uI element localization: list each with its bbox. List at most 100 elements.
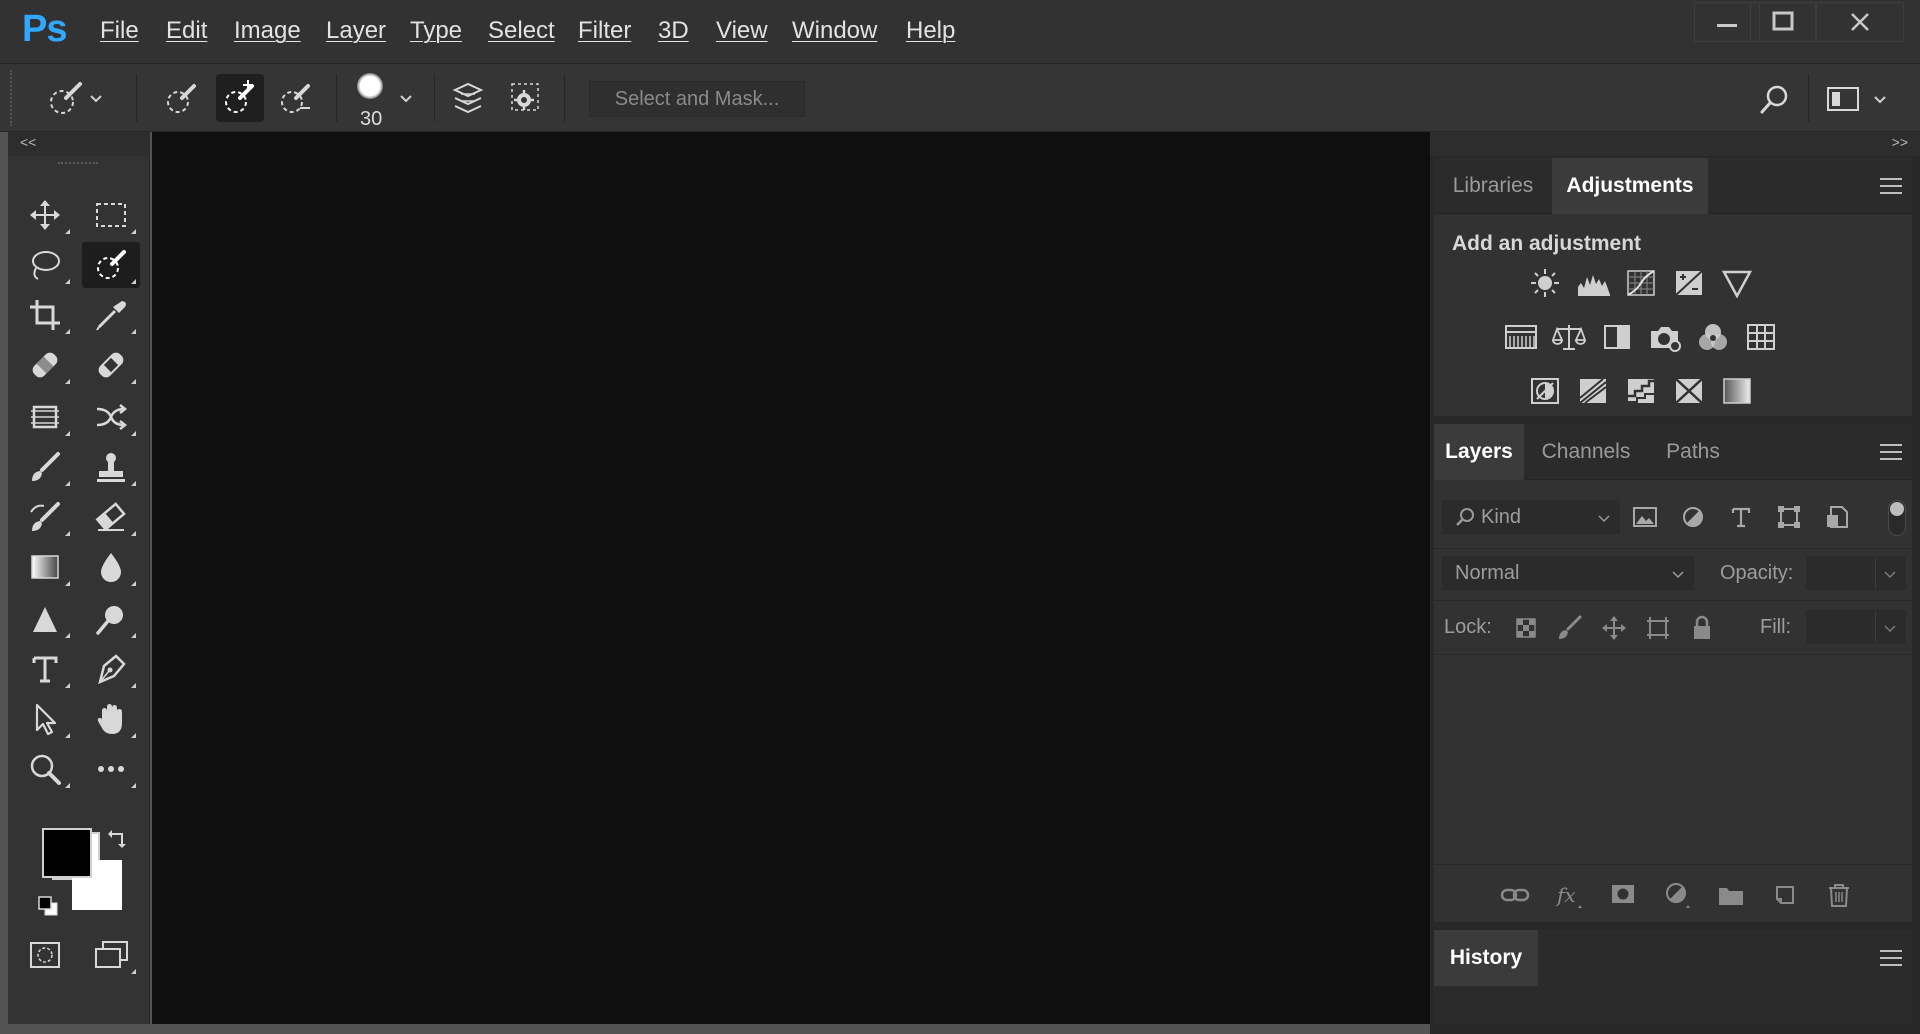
new-adjustment-layer-button[interactable] [1660, 878, 1694, 912]
tools-grip[interactable] [58, 162, 98, 166]
tab-paths[interactable]: Paths [1648, 424, 1738, 480]
threshold-button[interactable] [1624, 374, 1658, 408]
opacity-field[interactable] [1806, 556, 1906, 590]
menu-type[interactable]: Type [410, 17, 462, 45]
clone-stamp-tool[interactable] [82, 444, 140, 490]
pen-tool[interactable] [82, 646, 140, 692]
blur-tool[interactable] [82, 544, 140, 590]
menu-layer[interactable]: Layer [326, 17, 386, 45]
brightness-contrast-button[interactable] [1528, 266, 1562, 300]
filter-pixel-layers-button[interactable] [1630, 502, 1660, 532]
hue-saturation-button[interactable] [1504, 320, 1538, 354]
close-button[interactable] [1816, 2, 1904, 42]
menu-edit[interactable]: Edit [166, 17, 207, 45]
layers-list[interactable] [1434, 655, 1912, 865]
eyedropper-tool[interactable] [82, 292, 140, 338]
filter-type-layers-button[interactable] [1726, 502, 1756, 532]
object-selection-tool[interactable] [16, 394, 74, 440]
new-layer-button[interactable] [1768, 878, 1802, 912]
kind-filter-dropdown[interactable]: Kind [1442, 500, 1620, 534]
sample-all-layers-button[interactable] [448, 78, 488, 118]
eraser-tool[interactable] [82, 494, 140, 540]
move-tool[interactable] [16, 192, 74, 238]
brush-tool[interactable] [16, 444, 74, 490]
levels-button[interactable] [1576, 266, 1610, 300]
dodge-tool[interactable] [82, 596, 140, 642]
menu-view[interactable]: View [716, 17, 768, 45]
delete-layer-button[interactable] [1822, 878, 1856, 912]
path-selection-tool[interactable] [16, 696, 74, 742]
menu-window[interactable]: Window [792, 17, 877, 45]
document-canvas[interactable] [152, 132, 1430, 1024]
filter-smart-objects-button[interactable] [1822, 502, 1852, 532]
curves-button[interactable] [1624, 266, 1658, 300]
edit-toolbar-button[interactable] [82, 746, 140, 792]
collapse-tools-button[interactable]: << [20, 134, 36, 150]
tab-history[interactable]: History [1434, 930, 1538, 986]
workspace-switcher[interactable] [1826, 80, 1906, 118]
sharpen-tool[interactable] [16, 596, 74, 642]
menu-filter[interactable]: Filter [578, 17, 631, 45]
tab-channels[interactable]: Channels [1524, 424, 1648, 480]
brush-picker[interactable]: 30 [352, 70, 416, 130]
new-group-button[interactable] [1714, 878, 1748, 912]
filter-shape-layers-button[interactable] [1774, 502, 1804, 532]
lock-position-button[interactable] [1600, 614, 1628, 642]
history-brush-tool[interactable] [16, 494, 74, 540]
panel-menu-icon[interactable] [1880, 444, 1902, 460]
marquee-tool[interactable] [82, 192, 140, 238]
tab-adjustments[interactable]: Adjustments [1552, 158, 1708, 214]
hand-tool[interactable] [82, 696, 140, 742]
collapse-dock-button[interactable]: >> [1892, 134, 1908, 150]
black-white-button[interactable] [1600, 320, 1634, 354]
auto-enhance-button[interactable] [506, 78, 546, 118]
search-button[interactable] [1756, 80, 1794, 118]
gradient-map-button[interactable] [1720, 374, 1754, 408]
crop-tool[interactable] [16, 292, 74, 338]
selective-color-button[interactable] [1672, 374, 1706, 408]
tool-preset-picker[interactable] [44, 78, 116, 118]
quick-mask-button[interactable] [16, 932, 74, 978]
tab-layers[interactable]: Layers [1434, 424, 1524, 480]
options-grip[interactable] [10, 70, 14, 126]
lock-transparent-button[interactable] [1512, 614, 1540, 642]
screen-mode-button[interactable] [82, 932, 140, 978]
type-tool[interactable] [16, 646, 74, 692]
quick-selection-tool[interactable] [82, 242, 140, 288]
vibrance-button[interactable] [1720, 266, 1754, 300]
healing-brush-tool[interactable] [82, 342, 140, 388]
lasso-tool[interactable] [16, 242, 74, 288]
exposure-button[interactable] [1672, 266, 1706, 300]
panel-menu-icon[interactable] [1880, 178, 1902, 194]
tab-libraries[interactable]: Libraries [1434, 158, 1552, 214]
link-layers-button[interactable] [1498, 878, 1532, 912]
photo-filter-button[interactable] [1648, 320, 1682, 354]
spot-healing-tool[interactable] [16, 342, 74, 388]
menu-image[interactable]: Image [234, 17, 301, 45]
content-aware-move-tool[interactable] [82, 394, 140, 440]
lock-pixels-button[interactable] [1556, 614, 1584, 642]
foreground-color-swatch[interactable] [42, 828, 92, 878]
posterize-button[interactable] [1576, 374, 1610, 408]
subtract-from-selection-button[interactable] [274, 76, 318, 120]
swap-colors-button[interactable] [106, 826, 130, 850]
new-selection-button[interactable] [160, 76, 204, 120]
add-to-selection-button[interactable] [216, 74, 264, 122]
menu-file[interactable]: File [100, 17, 139, 45]
menu-select[interactable]: Select [488, 17, 555, 45]
fill-field[interactable] [1806, 610, 1906, 644]
add-mask-button[interactable] [1606, 878, 1640, 912]
color-balance-button[interactable] [1552, 320, 1586, 354]
invert-button[interactable] [1528, 374, 1562, 408]
menu-3d[interactable]: 3D [658, 17, 689, 45]
lock-all-button[interactable] [1688, 614, 1716, 642]
color-lookup-button[interactable] [1744, 320, 1778, 354]
menu-help[interactable]: Help [906, 17, 955, 45]
lock-artboard-button[interactable] [1644, 614, 1672, 642]
blend-mode-dropdown[interactable]: Normal [1442, 556, 1694, 590]
panel-menu-icon[interactable] [1880, 950, 1902, 966]
default-colors-button[interactable] [36, 894, 60, 918]
gradient-tool[interactable] [16, 544, 74, 590]
select-and-mask-button[interactable]: Select and Mask... [589, 81, 805, 117]
layer-style-button[interactable]: fx [1552, 878, 1586, 912]
